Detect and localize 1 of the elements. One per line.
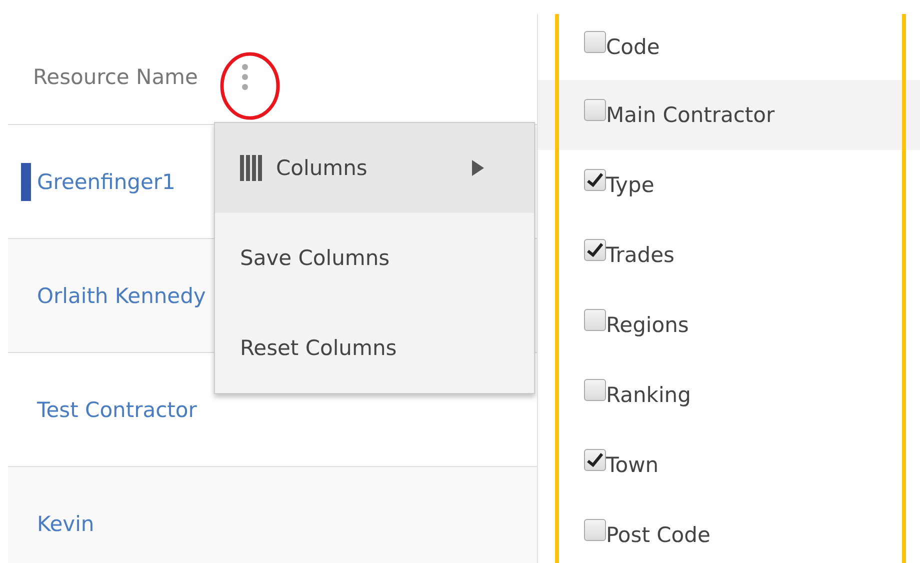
column-header: Resource Name xyxy=(33,65,198,89)
